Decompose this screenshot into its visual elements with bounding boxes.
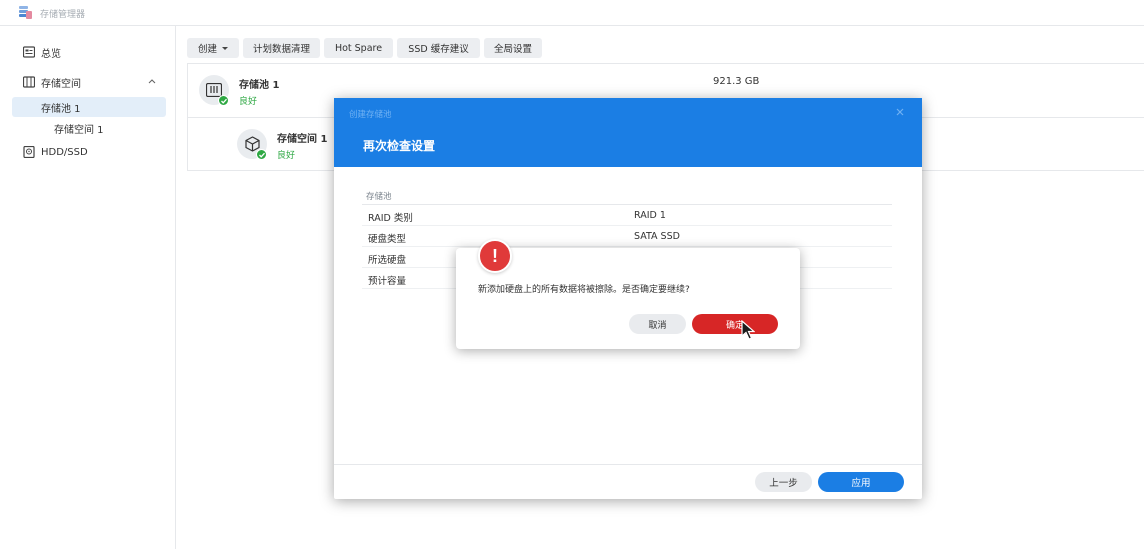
apply-button[interactable]: 应用 [818, 472, 904, 492]
sidebar-item-hdd-ssd[interactable]: HDD/SSD [0, 142, 176, 162]
summary-value: RAID 1 [634, 210, 666, 221]
volume-icon [237, 129, 267, 160]
sidebar-item-pool-1[interactable]: 存储池 1 [12, 97, 166, 117]
pool-name: 存储池 1 [239, 80, 280, 91]
sidebar-item-overview[interactable]: 总览 [0, 42, 176, 62]
create-button[interactable]: 创建 [187, 38, 239, 58]
wizard-step-title: 再次检查设置 [363, 139, 436, 153]
ssd-cache-advisor-button[interactable]: SSD 缓存建议 [397, 38, 480, 58]
status-ok-icon [218, 95, 229, 106]
overview-icon [23, 46, 35, 58]
pool-status: 良好 [239, 97, 258, 107]
app-title: 存储管理器 [40, 10, 86, 20]
summary-value: SATA SSD [634, 231, 680, 242]
wizard-header: 创建存储池 再次检查设置 [334, 98, 922, 167]
sidebar-item-label: 总览 [41, 48, 61, 60]
volume-name: 存储空间 1 [277, 134, 328, 145]
create-label: 创建 [197, 44, 217, 55]
disk-icon [23, 146, 35, 158]
sidebar-item-volume-1[interactable]: 存储空间 1 [0, 118, 176, 138]
wizard-window-title: 创建存储池 [349, 110, 392, 120]
summary-section-header: 存储池 [362, 186, 892, 205]
storage-pool-icon [199, 75, 229, 106]
summary-row: RAID 类别 RAID 1 [362, 205, 892, 226]
hot-spare-button[interactable]: Hot Spare [324, 38, 393, 58]
summary-row: 硬盘类型 SATA SSD [362, 226, 892, 247]
chevron-up-icon[interactable] [148, 77, 156, 85]
sidebar-item-label: HDD/SSD [41, 146, 88, 158]
summary-key: 硬盘类型 [368, 234, 407, 245]
footer-divider [334, 464, 922, 465]
status-ok-icon [256, 149, 267, 160]
title-bar: 存储管理器 [0, 0, 1144, 26]
confirm-ok-button[interactable]: 确定 [692, 314, 778, 334]
sidebar-item-storage[interactable]: 存储空间 [0, 72, 176, 92]
summary-key: 所选硬盘 [368, 255, 407, 266]
previous-button[interactable]: 上一步 [755, 472, 812, 492]
confirm-message: 新添加硬盘上的所有数据将被擦除。是否确定要继续? [478, 285, 690, 295]
global-settings-button[interactable]: 全局设置 [484, 38, 542, 58]
storage-icon [23, 76, 35, 88]
sidebar-item-label: 存储池 1 [41, 103, 81, 115]
sidebar-item-label: 存储空间 1 [54, 124, 104, 136]
caret-down-icon [222, 46, 228, 50]
sidebar: 总览 存储空间 存储池 1 存储空间 1 HDD/SSD [0, 26, 176, 549]
volume-status: 良好 [277, 151, 296, 161]
sidebar-item-label: 存储空间 [41, 78, 81, 90]
pool-size: 921.3 GB [713, 76, 760, 87]
summary-key: 预计容量 [368, 276, 407, 287]
warning-icon: ! [478, 239, 512, 273]
summary-key: RAID 类别 [368, 213, 413, 224]
storage-manager-icon [19, 6, 32, 19]
mouse-cursor-icon [741, 320, 755, 340]
schedule-scrub-button[interactable]: 计划数据清理 [243, 38, 320, 58]
cancel-button[interactable]: 取消 [629, 314, 686, 334]
close-icon[interactable] [894, 106, 906, 118]
